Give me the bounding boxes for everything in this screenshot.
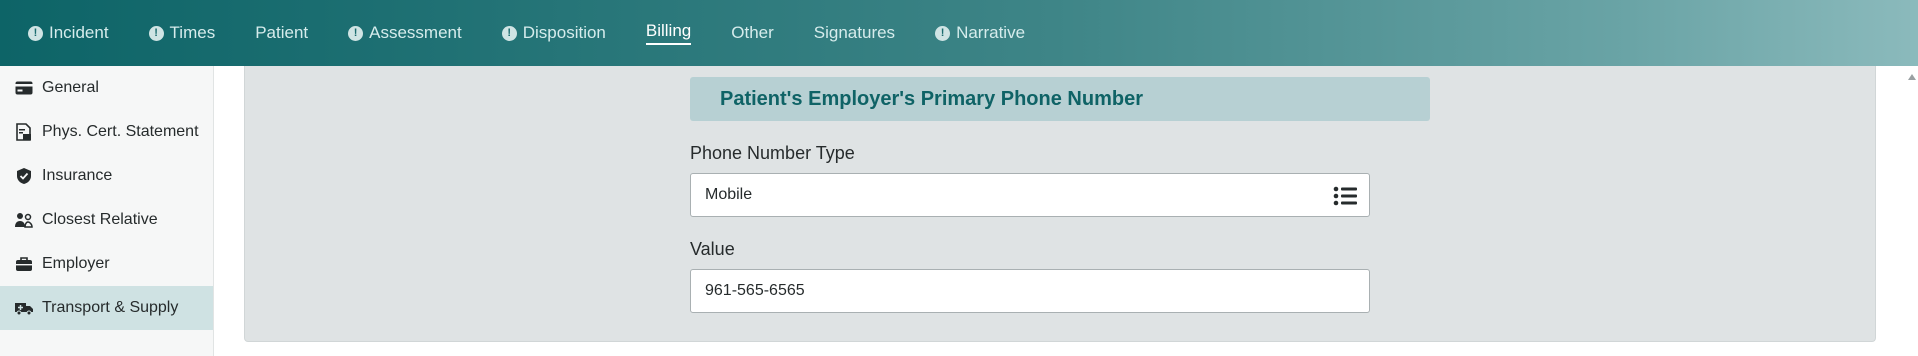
tab-label: Incident bbox=[49, 23, 109, 42]
briefcase-icon bbox=[14, 254, 34, 274]
sidebar-item-label: Employer bbox=[42, 255, 110, 272]
sidebar-item-transport-supply[interactable]: Transport & Supply bbox=[0, 286, 213, 330]
tab-label: Billing bbox=[645, 21, 692, 45]
top-navigation-bar: ! Incident ! Times Patient ! Assessment … bbox=[0, 0, 1918, 66]
alert-icon: ! bbox=[501, 25, 517, 41]
tab-label: Narrative bbox=[956, 23, 1026, 42]
sidebar-item-phys-cert[interactable]: Phys. Cert. Statement bbox=[0, 110, 213, 154]
tab-label: Other bbox=[731, 23, 774, 42]
ambulance-icon bbox=[14, 298, 34, 318]
tab-label: Patient bbox=[255, 23, 309, 42]
tab-signatures[interactable]: Signatures bbox=[814, 0, 895, 66]
phone-type-value: Mobile bbox=[705, 186, 753, 203]
tab-assessment[interactable]: ! Assessment bbox=[348, 0, 462, 66]
sidebar-item-closest-relative[interactable]: Closest Relative bbox=[0, 198, 213, 242]
sidebar-item-employer[interactable]: Employer bbox=[0, 242, 213, 286]
tab-label: Times bbox=[169, 23, 216, 42]
value-label: Value bbox=[690, 239, 735, 259]
credit-card-icon bbox=[14, 78, 34, 98]
section-title: Patient's Employer's Primary Phone Numbe… bbox=[690, 77, 1430, 121]
sidebar-item-insurance[interactable]: Insurance bbox=[0, 154, 213, 198]
shield-check-icon bbox=[14, 166, 34, 186]
alert-icon: ! bbox=[935, 25, 951, 41]
phone-value-input[interactable]: 961-565-6565 bbox=[690, 269, 1370, 313]
sidebar: General Phys. Cert. Statement Insurance … bbox=[0, 66, 214, 356]
tab-times[interactable]: ! Times bbox=[148, 0, 216, 66]
sidebar-item-label: General bbox=[42, 79, 99, 96]
tab-other[interactable]: Other bbox=[731, 0, 774, 66]
phone-value-text: 961-565-6565 bbox=[705, 282, 805, 299]
document-cert-icon bbox=[14, 122, 34, 142]
sidebar-item-label: Closest Relative bbox=[42, 211, 158, 228]
tab-label: Disposition bbox=[522, 23, 606, 42]
scroll-up-arrow-icon[interactable] bbox=[1908, 74, 1916, 80]
phone-type-label: Phone Number Type bbox=[690, 143, 855, 163]
scrollbar[interactable] bbox=[1904, 66, 1918, 356]
tab-label: Assessment bbox=[369, 23, 462, 42]
sidebar-item-label: Transport & Supply bbox=[42, 299, 179, 316]
sidebar-item-general[interactable]: General bbox=[0, 66, 213, 110]
tab-disposition[interactable]: ! Disposition bbox=[501, 0, 606, 66]
alert-icon: ! bbox=[348, 25, 364, 41]
sidebar-item-label: Insurance bbox=[42, 167, 113, 184]
tab-patient[interactable]: Patient bbox=[255, 0, 308, 66]
sidebar-item-label: Phys. Cert. Statement bbox=[42, 123, 199, 140]
tab-label: Signatures bbox=[813, 23, 896, 42]
tab-incident[interactable]: ! Incident bbox=[28, 0, 109, 66]
phone-type-select[interactable]: Mobile bbox=[690, 173, 1370, 217]
list-icon[interactable] bbox=[1333, 185, 1357, 207]
people-icon bbox=[14, 210, 34, 230]
tab-billing[interactable]: Billing bbox=[645, 0, 692, 66]
alert-icon: ! bbox=[28, 25, 43, 41]
tab-narrative[interactable]: ! Narrative bbox=[935, 0, 1025, 66]
alert-icon: ! bbox=[148, 25, 164, 41]
